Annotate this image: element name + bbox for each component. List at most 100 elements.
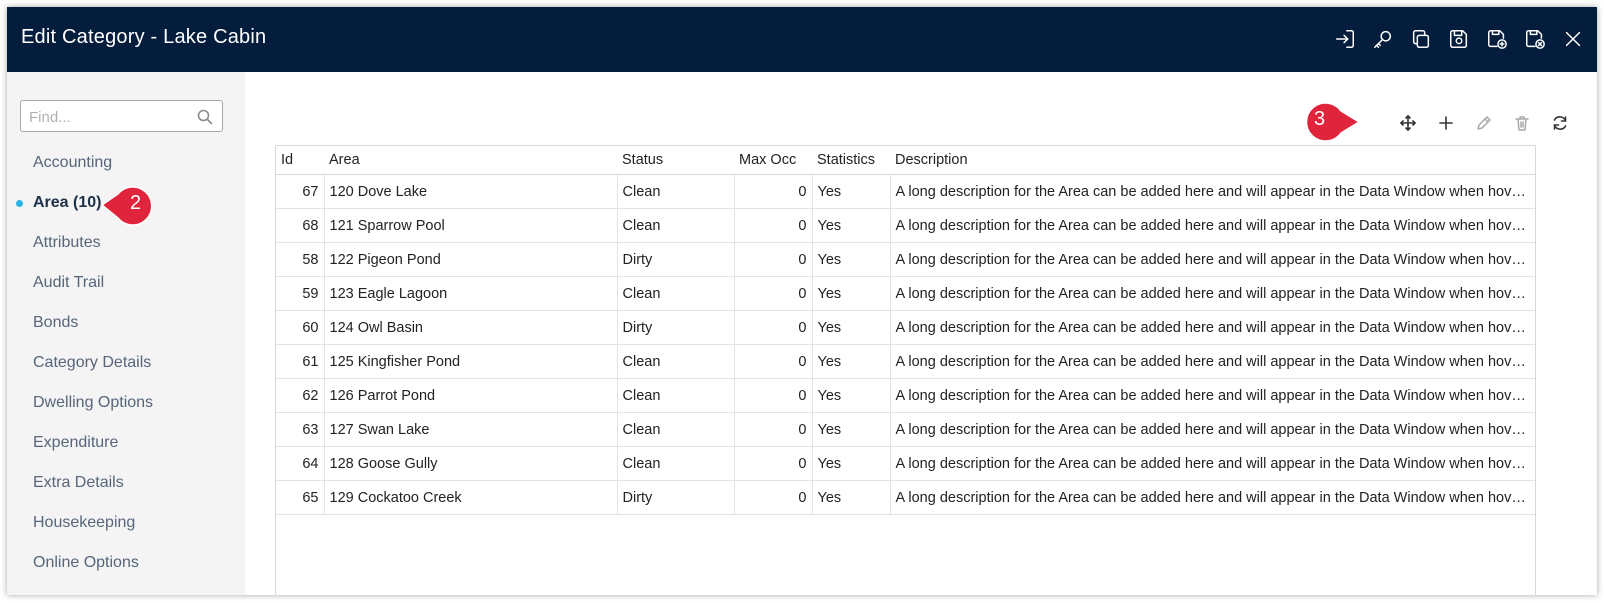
step-2-number: 2 [130,192,142,214]
table-row[interactable]: 60 124 Owl Basin Dirty 0 Yes A long descripti… [276,310,1535,345]
sidebar: Accounting Area (10) Attributes Audit Tr… [7,72,245,595]
sidebar-item-dwelling-options[interactable]: Dwelling Options [7,390,245,430]
sidebar-item-label: Accounting [33,154,113,171]
area-table: Id Area Status Max Occ Statistics Descri… [276,146,1535,515]
cell-statistics: Yes [812,344,891,379]
cell-max-occ: 0 [734,310,813,345]
key-icon[interactable] [1371,27,1395,51]
window-title: Edit Category - Lake Cabin [21,26,267,48]
title-bar: Edit Category - Lake Cabin [7,7,1597,72]
cell-max-occ: 0 [734,412,813,447]
sidebar-item-online-options[interactable]: Online Options [7,550,245,590]
title-bar-actions [1333,27,1585,51]
active-indicator-dot [16,200,23,207]
table-row[interactable]: 65 129 Cockatoo Creek Dirty 0 Yes A long desc… [276,480,1535,515]
sidebar-item-label: Online Options [33,554,139,571]
table-row[interactable]: 67 120 Dove Lake Clean 0 Yes A long descripti… [276,174,1535,209]
sidebar-item-housekeeping[interactable]: Housekeeping [7,510,245,550]
cell-area: 126 Parrot Pond [324,378,618,413]
cell-status: Clean [617,276,735,311]
table-row[interactable]: 63 127 Swan Lake Clean 0 Yes A long descripti… [276,412,1535,447]
sign-in-icon[interactable] [1333,27,1357,51]
sidebar-item-label: Housekeeping [33,514,136,531]
cell-id: 58 [276,242,325,277]
cell-max-occ: 0 [734,276,813,311]
cell-description: A long description for the Area can be a… [890,344,1535,379]
sidebar-item-expenditure[interactable]: Expenditure [7,430,245,470]
cell-id: 62 [276,378,325,413]
save-icon[interactable] [1447,27,1471,51]
table-row[interactable]: 62 126 Parrot Pond Clean 0 Yes A long descrip… [276,378,1535,413]
cell-statistics: Yes [812,378,891,413]
cell-area: 125 Kingfisher Pond [324,344,618,379]
sidebar-item-bonds[interactable]: Bonds [7,310,245,350]
close-icon[interactable] [1561,27,1585,51]
cell-description: A long description for the Area can be a… [890,378,1535,413]
column-header-status[interactable]: Status [617,146,734,175]
cell-status: Clean [617,344,735,379]
cell-status: Clean [617,208,735,243]
cell-id: 59 [276,276,325,311]
cell-id: 61 [276,344,325,379]
cell-status: Dirty [617,480,735,515]
cell-max-occ: 0 [734,446,813,481]
save-and-new-icon[interactable] [1485,27,1509,51]
cell-id: 64 [276,446,325,481]
cell-status: Clean [617,174,735,209]
column-header-area[interactable]: Area [324,146,617,175]
cell-area: 122 Pigeon Pond [324,242,618,277]
cell-area: 129 Cockatoo Creek [324,480,618,515]
column-header-id[interactable]: Id [276,146,324,175]
move-icon[interactable] [1395,110,1421,136]
sidebar-item-label: Expenditure [33,434,119,451]
sidebar-item-accounting[interactable]: Accounting [7,150,245,190]
find-input[interactable] [27,108,196,127]
table-row[interactable]: 64 128 Goose Gully Clean 0 Yes A long descrip… [276,446,1535,481]
table-row[interactable]: 68 121 Sparrow Pool Clean 0 Yes A long descri… [276,208,1535,243]
column-header-description[interactable]: Description [890,146,1535,175]
sidebar-item-extra-details[interactable]: Extra Details [7,470,245,510]
cell-id: 60 [276,310,325,345]
step-3-callout: 3 [1297,102,1361,142]
table-row[interactable]: 58 122 Pigeon Pond Dirty 0 Yes A long descrip… [276,242,1535,277]
step-2-callout: 2 [102,186,158,226]
table-row[interactable]: 59 123 Eagle Lagoon Clean 0 Yes A long descri… [276,276,1535,311]
table-header-row: Id Area Status Max Occ Statistics Descri… [276,146,1535,175]
search-icon[interactable] [197,109,213,125]
cell-statistics: Yes [812,310,891,345]
find-field[interactable] [20,100,223,132]
cell-description: A long description for the Area can be a… [890,276,1535,311]
cell-statistics: Yes [812,446,891,481]
edit-category-window: Edit Category - Lake Cabin Find... Accou… [7,7,1597,595]
refresh-icon[interactable] [1547,110,1573,136]
column-header-max-occ[interactable]: Max Occ [734,146,812,175]
cell-status: Clean [617,446,735,481]
delete-icon[interactable] [1509,110,1535,136]
copy-icon[interactable] [1409,27,1433,51]
cell-description: A long description for the Area can be a… [890,208,1535,243]
cell-area: 128 Goose Gully [324,446,618,481]
main-panel: Id Area Status Max Occ Statistics Descri… [245,72,1597,595]
cell-id: 68 [276,208,325,243]
column-header-statistics[interactable]: Statistics [812,146,890,175]
sidebar-item-label: Attributes [33,234,101,251]
sidebar-item-attributes[interactable]: Attributes [7,230,245,270]
cell-area: 120 Dove Lake [324,174,618,209]
cell-description: A long description for the Area can be a… [890,174,1535,209]
sidebar-item-label: Dwelling Options [33,394,154,411]
cell-max-occ: 0 [734,480,813,515]
cell-statistics: Yes [812,412,891,447]
cell-id: 67 [276,174,325,209]
cell-statistics: Yes [812,276,891,311]
sidebar-item-category-details[interactable]: Category Details [7,350,245,390]
step-3-number: 3 [1314,108,1326,130]
cell-area: 127 Swan Lake [324,412,618,447]
sidebar-item-audit-trail[interactable]: Audit Trail [7,270,245,310]
area-data-grid: Id Area Status Max Occ Statistics Descri… [275,145,1536,595]
cell-max-occ: 0 [734,344,813,379]
add-icon[interactable] [1433,110,1459,136]
edit-icon[interactable] [1471,110,1497,136]
table-row[interactable]: 61 125 Kingfisher Pond Clean 0 Yes A long des… [276,344,1535,379]
cell-statistics: Yes [812,242,891,277]
cancel-icon[interactable] [1523,27,1547,51]
